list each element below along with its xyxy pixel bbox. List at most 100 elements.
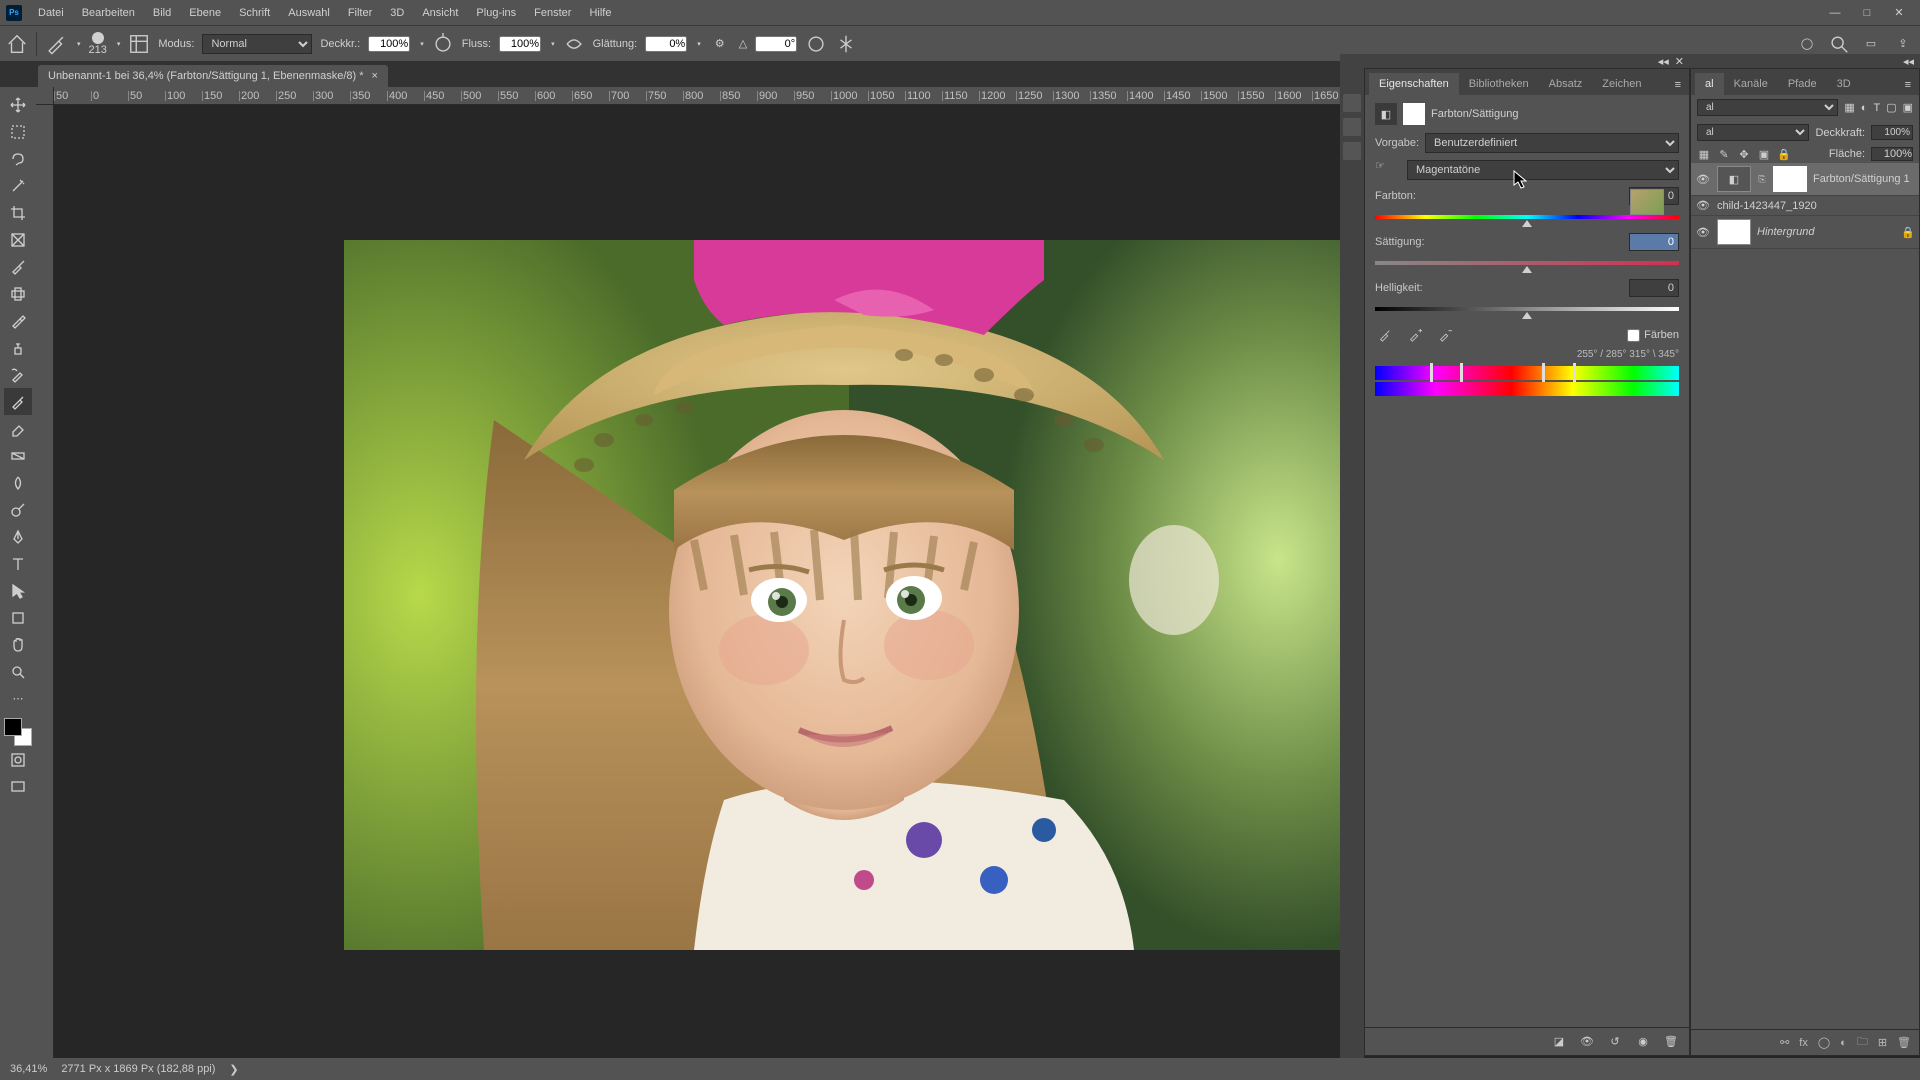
- saturation-input[interactable]: [1629, 233, 1679, 251]
- eyedropper-icon[interactable]: [1375, 325, 1395, 345]
- pressure-opacity-icon[interactable]: [432, 33, 454, 55]
- brush-preset-caret-icon[interactable]: ▾: [117, 40, 121, 48]
- lock-artboard-icon[interactable]: ▣: [1757, 147, 1771, 161]
- tab-absatz[interactable]: Absatz: [1539, 73, 1593, 95]
- tab-ebenen[interactable]: al: [1695, 73, 1724, 95]
- frame-icon[interactable]: ▭: [1860, 33, 1882, 55]
- panel-collapse-icon[interactable]: ◂◂: [1658, 55, 1669, 68]
- hand-tool[interactable]: [4, 631, 32, 658]
- menu-ansicht[interactable]: Ansicht: [414, 3, 466, 23]
- fill-input[interactable]: [1871, 147, 1913, 161]
- eyedropper-tool[interactable]: [4, 253, 32, 280]
- history-brush-tool[interactable]: [4, 361, 32, 388]
- menu-bearbeiten[interactable]: Bearbeiten: [74, 3, 143, 23]
- targeted-adjust-icon[interactable]: ☞: [1375, 159, 1401, 181]
- brush-preview[interactable]: 213: [89, 32, 107, 56]
- preset-select[interactable]: Benutzerdefiniert: [1425, 133, 1679, 153]
- menu-bild[interactable]: Bild: [145, 3, 179, 23]
- panel-collapse-icon[interactable]: ◂◂: [1903, 55, 1914, 68]
- frame-tool[interactable]: [4, 226, 32, 253]
- zoom-tool[interactable]: [4, 658, 32, 685]
- tool-preset-caret-icon[interactable]: ▾: [77, 40, 81, 48]
- clone-tool[interactable]: [4, 334, 32, 361]
- cloud-docs-icon[interactable]: ◯: [1796, 33, 1818, 55]
- menu-filter[interactable]: Filter: [340, 3, 380, 23]
- smoothing-input[interactable]: [645, 36, 687, 52]
- flow-input[interactable]: [499, 36, 541, 52]
- search-icon[interactable]: [1828, 33, 1850, 55]
- wand-tool[interactable]: [4, 172, 32, 199]
- tab-eigenschaften[interactable]: Eigenschaften: [1369, 73, 1459, 95]
- smoothing-gear-icon[interactable]: ⚙: [709, 33, 731, 55]
- lock-position-icon[interactable]: ✥: [1737, 147, 1751, 161]
- visibility-icon[interactable]: 👁: [1695, 199, 1711, 212]
- lock-transparent-icon[interactable]: ▦: [1697, 147, 1711, 161]
- adjustment-thumb-icon[interactable]: ◧: [1717, 166, 1751, 192]
- tab-bibliotheken[interactable]: Bibliotheken: [1459, 73, 1539, 95]
- menu-datei[interactable]: Datei: [30, 3, 72, 23]
- opacity-caret-icon[interactable]: ▾: [420, 40, 424, 48]
- tool-preset-icon[interactable]: [45, 33, 67, 55]
- share-icon[interactable]: ⇪: [1892, 33, 1914, 55]
- menu-plugins[interactable]: Plug-ins: [468, 3, 524, 23]
- clip-to-layer-icon[interactable]: ◪: [1551, 1034, 1567, 1050]
- visibility-icon[interactable]: 👁: [1695, 226, 1711, 239]
- layer-row[interactable]: 👁 Hintergrund 🔒: [1691, 216, 1919, 249]
- menu-3d[interactable]: 3D: [382, 3, 412, 23]
- add-mask-icon[interactable]: ◯: [1818, 1036, 1830, 1049]
- eyedropper-sub-icon[interactable]: [1435, 325, 1455, 345]
- quickmask-icon[interactable]: [4, 746, 32, 773]
- path-select-tool[interactable]: [4, 577, 32, 604]
- zoom-readout[interactable]: 36,41%: [10, 1063, 47, 1075]
- new-layer-icon[interactable]: ⊞: [1878, 1036, 1887, 1049]
- layer-opacity-input[interactable]: [1871, 125, 1913, 140]
- angle-input[interactable]: [755, 36, 797, 52]
- colorize-checkbox[interactable]: [1627, 329, 1640, 342]
- window-minimize-icon[interactable]: —: [1820, 3, 1850, 23]
- toggle-visibility-icon[interactable]: 👁: [1579, 1034, 1595, 1050]
- lightness-input[interactable]: [1629, 279, 1679, 297]
- pen-tool[interactable]: [4, 523, 32, 550]
- blur-tool[interactable]: [4, 469, 32, 496]
- layer-mask-thumb[interactable]: [1773, 166, 1807, 192]
- pencil-tool[interactable]: [4, 307, 32, 334]
- layer-filter-select[interactable]: al: [1697, 99, 1838, 116]
- doc-info-caret-icon[interactable]: ❯: [229, 1063, 238, 1076]
- channel-select[interactable]: Magentatöne: [1407, 160, 1679, 180]
- opacity-input[interactable]: [368, 36, 410, 52]
- new-adjustment-icon[interactable]: ◐: [1840, 1037, 1847, 1049]
- trash-icon[interactable]: 🗑: [1663, 1034, 1679, 1050]
- layer-thumb[interactable]: [1717, 219, 1751, 245]
- dodge-tool[interactable]: [4, 496, 32, 523]
- filter-smart-icon[interactable]: ▣: [1903, 101, 1913, 114]
- gradient-tool[interactable]: [4, 442, 32, 469]
- menu-ebene[interactable]: Ebene: [181, 3, 229, 23]
- pressure-size-icon[interactable]: [805, 33, 827, 55]
- menu-fenster[interactable]: Fenster: [526, 3, 579, 23]
- menu-auswahl[interactable]: Auswahl: [280, 3, 338, 23]
- tab-pfade[interactable]: Pfade: [1778, 73, 1827, 95]
- brush-panel-icon[interactable]: [128, 33, 150, 55]
- filter-type-icon[interactable]: T: [1873, 102, 1880, 114]
- filter-shape-icon[interactable]: ▢: [1886, 101, 1896, 114]
- panel-menu-icon[interactable]: ≡: [1667, 75, 1689, 95]
- lightness-slider[interactable]: [1375, 303, 1679, 315]
- doc-info[interactable]: 2771 Px x 1869 Px (182,88 ppi): [61, 1063, 215, 1075]
- crop-tool[interactable]: [4, 199, 32, 226]
- previous-state-icon[interactable]: ◉: [1635, 1034, 1651, 1050]
- lock-icon[interactable]: 🔒: [1901, 226, 1915, 239]
- healing-tool[interactable]: [4, 280, 32, 307]
- filter-pixel-icon[interactable]: ▦: [1844, 101, 1854, 114]
- collapsed-panel-icon[interactable]: [1343, 142, 1361, 160]
- airbrush-icon[interactable]: [563, 33, 585, 55]
- color-swatch[interactable]: [4, 718, 32, 746]
- new-group-icon[interactable]: 🗀: [1857, 1033, 1868, 1052]
- panel-menu-icon[interactable]: ≡: [1897, 75, 1919, 95]
- lasso-tool[interactable]: [4, 145, 32, 172]
- collapsed-panel-icon[interactable]: [1343, 118, 1361, 136]
- marquee-tool[interactable]: [4, 118, 32, 145]
- layer-name[interactable]: Hintergrund: [1757, 226, 1895, 238]
- delete-layer-icon[interactable]: 🗑: [1897, 1036, 1911, 1049]
- saturation-slider[interactable]: [1375, 257, 1679, 269]
- layer-row[interactable]: 👁 ◧ ⎘ Farbton/Sättigung 1: [1691, 163, 1919, 196]
